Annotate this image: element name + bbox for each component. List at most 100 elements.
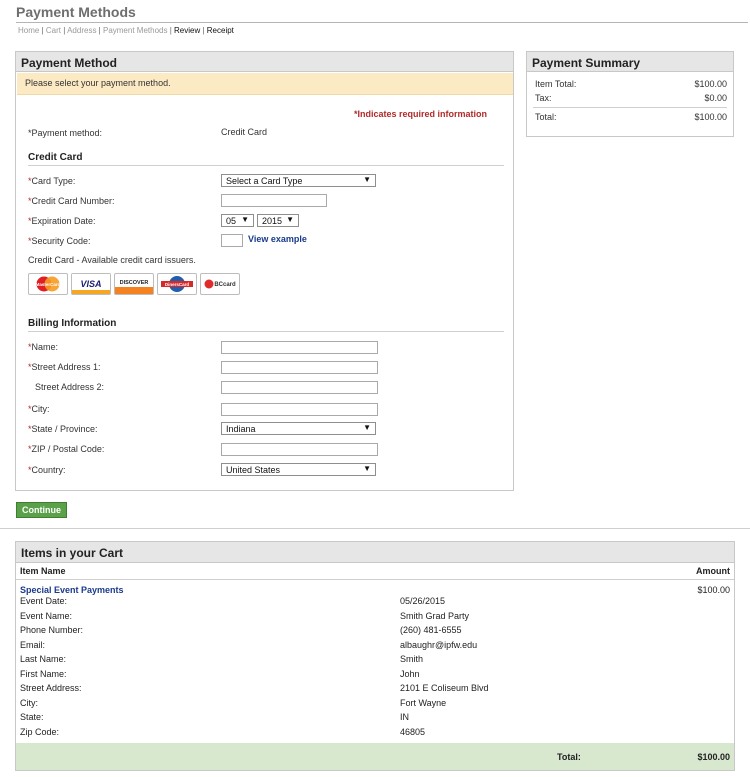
svg-text:MasterCard: MasterCard bbox=[36, 282, 61, 287]
discover-icon: DISCOVER bbox=[115, 280, 153, 294]
street2-label: Street Address 2: bbox=[35, 382, 105, 392]
cart-total-value: $100.00 bbox=[697, 752, 730, 762]
security-code-label: *Security Code: bbox=[28, 236, 91, 246]
street2-input[interactable] bbox=[221, 381, 378, 394]
summary-divider bbox=[533, 107, 727, 108]
payment-method-value: Credit Card bbox=[221, 127, 268, 137]
svg-text:DinersCard: DinersCard bbox=[165, 282, 190, 287]
col-item-name: Item Name bbox=[20, 566, 66, 576]
card-number-label: *Credit Card Number: bbox=[28, 196, 115, 206]
page-divider bbox=[0, 528, 750, 529]
breadcrumb-payment-methods[interactable]: Payment Methods bbox=[103, 26, 167, 35]
detail-label: Event Name: bbox=[20, 610, 73, 621]
summary-total-label: Total: bbox=[535, 112, 557, 122]
card-type-select-value: Select a Card Type bbox=[226, 176, 303, 186]
chevron-down-icon: ▼ bbox=[363, 175, 371, 184]
state-select[interactable]: Indiana ▼ bbox=[221, 422, 376, 435]
tax-label: Tax: bbox=[535, 93, 552, 103]
required-note: *Indicates required information bbox=[354, 109, 488, 119]
bccard-icon: BCcard bbox=[204, 279, 236, 289]
street1-label: *Street Address 1: bbox=[28, 362, 101, 372]
detail-label: Zip Code: bbox=[20, 726, 60, 737]
mastercard-icon: MasterCard bbox=[36, 276, 61, 292]
payment-summary-panel: Payment Summary Item Total: $100.00 Tax:… bbox=[526, 51, 734, 137]
city-label: *City: bbox=[28, 404, 50, 414]
name-input[interactable] bbox=[221, 341, 378, 354]
street1-input[interactable] bbox=[221, 361, 378, 374]
chevron-down-icon: ▼ bbox=[363, 423, 371, 432]
payment-method-label: *Payment method: bbox=[28, 128, 103, 138]
notice-banner: Please select your payment method. bbox=[17, 73, 513, 95]
payment-summary-header: Payment Summary bbox=[527, 52, 733, 72]
zip-input[interactable] bbox=[221, 443, 378, 456]
item-total-value: $100.00 bbox=[694, 79, 727, 89]
zip-label: *ZIP / Postal Code: bbox=[28, 444, 105, 454]
svg-text:VISA: VISA bbox=[80, 279, 101, 289]
billing-divider bbox=[28, 331, 504, 332]
cart-total-label: Total: bbox=[557, 752, 581, 762]
payment-method-header: Payment Method bbox=[16, 52, 513, 72]
cart-panel: Items in your Cart Item Name Amount Spec… bbox=[15, 541, 735, 771]
issuers-text: Credit Card - Available credit card issu… bbox=[28, 255, 196, 265]
diners-logo: DinersCard bbox=[157, 273, 197, 295]
breadcrumb-cart[interactable]: Cart bbox=[46, 26, 61, 35]
country-select-value: United States bbox=[226, 465, 281, 475]
detail-label: State: bbox=[20, 712, 44, 722]
detail-label: Street Address: bbox=[20, 683, 82, 693]
detail-value: 46805 bbox=[400, 726, 426, 737]
breadcrumb-address[interactable]: Address bbox=[67, 26, 96, 35]
cart-column-header: Item Name Amount bbox=[16, 563, 734, 580]
detail-value: (260) 481-6555 bbox=[400, 625, 462, 635]
col-amount: Amount bbox=[696, 566, 730, 576]
security-code-input[interactable] bbox=[221, 234, 243, 247]
detail-label: Last Name: bbox=[20, 654, 67, 664]
detail-value: Smith bbox=[400, 654, 424, 664]
svg-text:BCcard: BCcard bbox=[214, 282, 236, 288]
detail-value: Smith Grad Party bbox=[400, 610, 470, 621]
continue-button[interactable]: Continue bbox=[16, 502, 67, 518]
detail-label: Email: bbox=[20, 639, 46, 650]
exp-month-value: 05 bbox=[226, 216, 237, 226]
exp-month-select[interactable]: 05 ▼ bbox=[221, 214, 254, 227]
breadcrumb: Home | Cart | Address | Payment Methods … bbox=[18, 26, 234, 35]
visa-logo: VISA bbox=[71, 273, 111, 295]
detail-label: Phone Number: bbox=[20, 625, 84, 635]
card-type-select[interactable]: Select a Card Type ▼ bbox=[221, 174, 376, 187]
detail-value: albaughr@ipfw.edu bbox=[400, 639, 478, 650]
item-total-label: Item Total: bbox=[535, 79, 577, 89]
credit-card-divider bbox=[28, 165, 504, 166]
cart-header: Items in your Cart bbox=[16, 542, 734, 563]
detail-value: 2101 E Coliseum Blvd bbox=[400, 683, 489, 693]
detail-label: Event Date: bbox=[20, 596, 68, 606]
exp-year-select[interactable]: 2015 ▼ bbox=[257, 214, 299, 227]
city-input[interactable] bbox=[221, 403, 378, 416]
detail-label: First Name: bbox=[20, 668, 67, 679]
name-label: *Name: bbox=[28, 342, 59, 352]
visa-icon: VISA bbox=[72, 274, 110, 294]
credit-card-heading: Credit Card bbox=[28, 152, 83, 163]
chevron-down-icon: ▼ bbox=[286, 215, 294, 224]
country-label: *Country: bbox=[28, 465, 66, 475]
bccard-logo: BCcard bbox=[200, 273, 240, 295]
card-type-label: *Card Type: bbox=[28, 176, 76, 186]
cart-item-name[interactable]: Special Event Payments bbox=[20, 585, 124, 595]
discover-logo: DISCOVER bbox=[114, 273, 154, 295]
breadcrumb-review: Review bbox=[174, 26, 201, 35]
state-select-value: Indiana bbox=[226, 424, 256, 434]
chevron-down-icon: ▼ bbox=[241, 215, 249, 224]
mastercard-logo: MasterCard bbox=[28, 273, 68, 295]
svg-text:DISCOVER: DISCOVER bbox=[120, 280, 149, 286]
view-example-link[interactable]: View example bbox=[248, 234, 307, 244]
exp-year-value: 2015 bbox=[262, 216, 283, 226]
detail-value: IN bbox=[400, 712, 409, 722]
diners-icon: DinersCard bbox=[161, 276, 193, 292]
card-number-input[interactable] bbox=[221, 194, 327, 207]
detail-label: City: bbox=[20, 697, 38, 708]
country-select[interactable]: United States ▼ bbox=[221, 463, 376, 476]
detail-value: John bbox=[400, 668, 420, 679]
breadcrumb-home[interactable]: Home bbox=[18, 26, 39, 35]
chevron-down-icon: ▼ bbox=[363, 464, 371, 473]
tax-value: $0.00 bbox=[704, 93, 727, 103]
expiration-label: *Expiration Date: bbox=[28, 216, 96, 226]
cart-item-amount: $100.00 bbox=[697, 585, 730, 595]
